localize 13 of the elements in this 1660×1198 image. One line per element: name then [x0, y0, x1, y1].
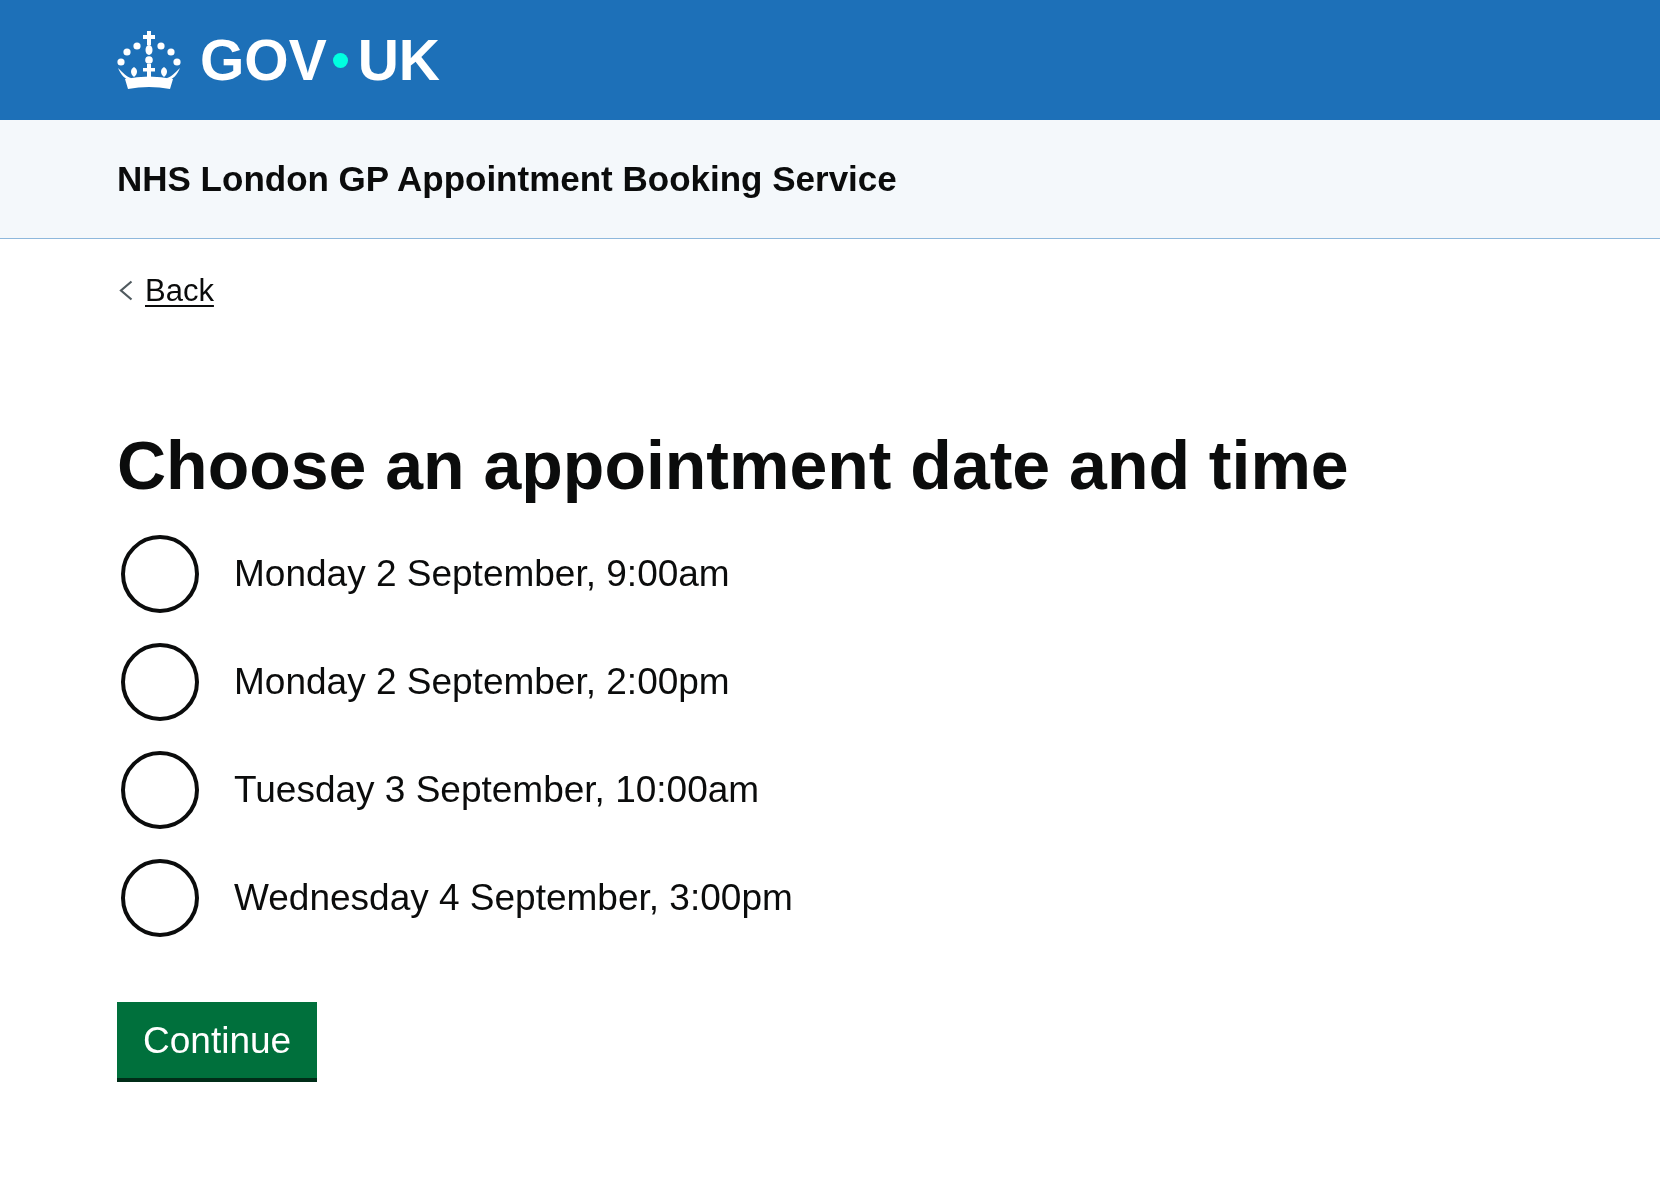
page-heading: Choose an appointment date and time [117, 426, 1349, 505]
logo-text[interactable]: GOV [200, 31, 327, 89]
radio-label[interactable]: Monday 2 September, 2:00pm [234, 659, 730, 705]
crown-icon[interactable] [117, 30, 181, 90]
back-link[interactable]: Back [117, 272, 214, 309]
logo-text[interactable]: UK [357, 31, 441, 89]
radio-label[interactable]: Monday 2 September, 9:00am [234, 551, 730, 597]
continue-button[interactable]: Continue [117, 1002, 318, 1082]
service-name: NHS London GP Appointment Booking Service [117, 158, 897, 200]
radio-label[interactable]: Wednesday 4 September, 3:00pm [234, 875, 793, 921]
radio-label[interactable]: Tuesday 3 September, 10:00am [234, 767, 760, 813]
chevron-icon [119, 280, 133, 301]
dot-icon [332, 52, 348, 68]
